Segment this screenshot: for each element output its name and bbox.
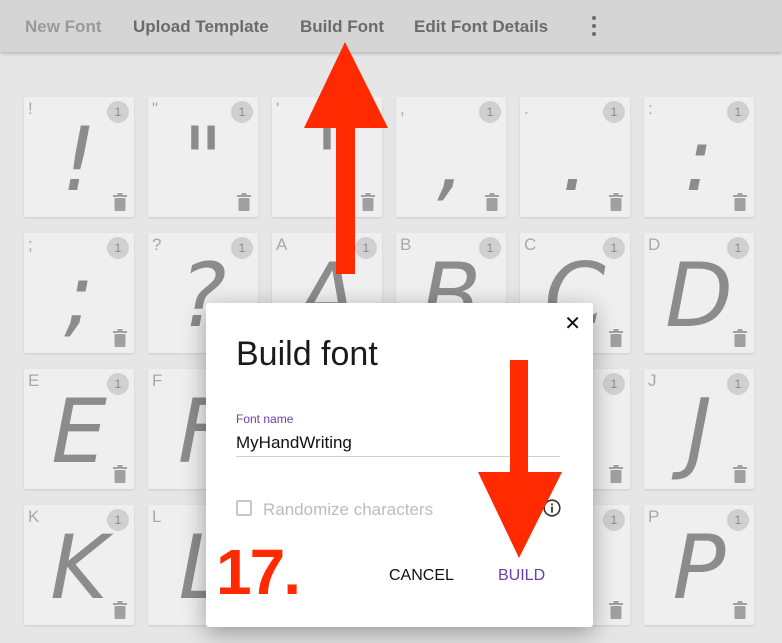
font-name-label: Font name (236, 412, 294, 426)
trash-icon[interactable] (112, 465, 128, 483)
trash-icon[interactable] (484, 193, 500, 211)
randomize-checkbox[interactable] (236, 500, 252, 516)
trash-icon[interactable] (608, 465, 624, 483)
glyph-tile[interactable]: J1J (644, 369, 754, 489)
glyph-tile[interactable]: " 1 " (148, 97, 258, 217)
trash-icon[interactable] (112, 329, 128, 347)
glyph-tile[interactable]: P1P (644, 505, 754, 625)
glyph-tile[interactable]: :1: (644, 97, 754, 217)
glyph-tile[interactable]: .1. (520, 97, 630, 217)
trash-icon[interactable] (236, 193, 252, 211)
step-number-annotation: 17. (216, 536, 301, 608)
glyph-count-badge: 1 (603, 373, 625, 395)
trash-icon[interactable] (112, 601, 128, 619)
trash-icon[interactable] (732, 465, 748, 483)
trash-icon[interactable] (608, 601, 624, 619)
annotation-arrow-down-icon (478, 360, 562, 558)
close-icon[interactable]: ✕ (564, 311, 581, 335)
randomize-label: Randomize characters (263, 500, 434, 519)
trash-icon[interactable] (732, 601, 748, 619)
annotation-arrow-up-icon (304, 42, 388, 274)
trash-icon[interactable] (732, 193, 748, 211)
trash-icon[interactable] (112, 193, 128, 211)
dialog-title: Build font (236, 335, 378, 373)
glyph-tile[interactable]: D1D (644, 233, 754, 353)
glyph-tile[interactable]: ,1, (396, 97, 506, 217)
glyph-count-badge: 1 (603, 509, 625, 531)
trash-icon[interactable] (608, 193, 624, 211)
glyph-tile[interactable]: K1K (24, 505, 134, 625)
build-button[interactable]: BUILD (498, 567, 545, 585)
cancel-button[interactable]: CANCEL (389, 567, 454, 585)
trash-icon[interactable] (608, 329, 624, 347)
glyph-tile[interactable]: ! 1! (24, 97, 134, 217)
trash-icon[interactable] (732, 329, 748, 347)
glyph-tile[interactable]: ; 1; (24, 233, 134, 353)
glyph-tile[interactable]: E1E (24, 369, 134, 489)
